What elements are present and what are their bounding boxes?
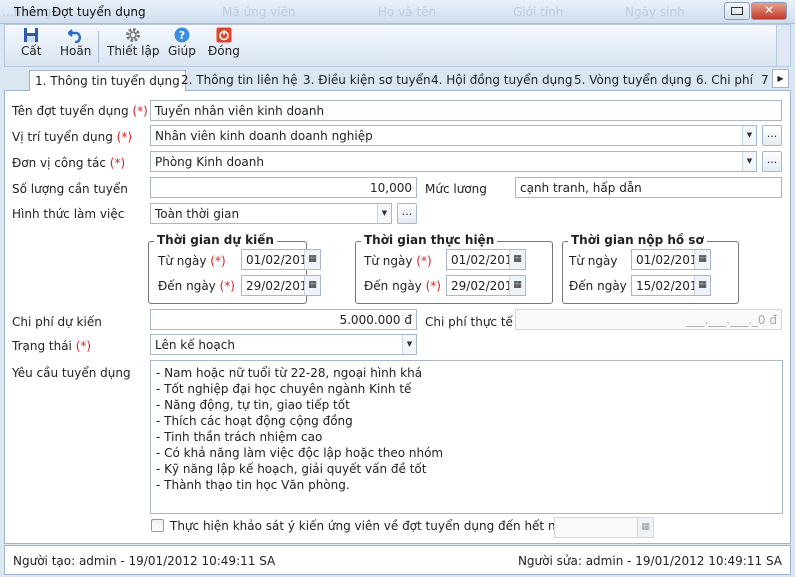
group-thoi-gian-nop-ho-so: Thời gian nộp hồ sơ Từ ngày 01/02/2012 ▦ … [562,233,739,304]
nop-ho-so-to-date[interactable]: 15/02/2012 ▦ [631,275,711,296]
bg-column: Giới tính [513,5,564,19]
group-title: Thời gian thực hiện [361,233,498,247]
tab-chi-phi[interactable]: 6. Chi phí [691,70,758,91]
toolbar: Cất Hoãn Thiết lập ? Giúp Đóng [4,24,791,67]
dropdown-arrow-icon: ▼ [377,204,391,223]
group-thoi-gian-thuc-hien: Thời gian thực hiện Từ ngày (*) 01/02/20… [355,233,553,304]
bg-column: Họ và tên [378,5,437,19]
ten-dot-input[interactable]: Tuyển nhân viên kinh doanh [150,100,782,121]
status-bar: Người tạo: admin - 19/01/2012 10:49:11 S… [4,545,791,575]
bg-column: Ngày sinh [625,5,685,19]
to-label: Đến ngày (*) [158,279,235,293]
hinh-thuc-select[interactable]: Toàn thời gian ▼ [150,203,392,224]
khao-sat-date[interactable]: ▦ [554,517,654,538]
dropdown-arrow-icon: ▼ [742,152,756,171]
khao-sat-label: Thực hiện khảo sát ý kiến ứng viên về đợ… [170,519,578,533]
from-label: Từ ngày [569,254,618,268]
tab-bar: 1. Thông tin tuyển dụng 2. Thông tin liê… [4,67,791,92]
close-icon: ✕ [763,3,775,17]
tab-dieu-kien-so-tuyen[interactable]: 3. Điều kiện sơ tuyển [298,70,436,91]
settings-button[interactable]: Thiết lập [107,27,159,58]
tab-thong-tin-lien-he[interactable]: 2. Thông tin liên hệ [176,70,303,91]
khao-sat-checkbox[interactable] [151,519,164,532]
settings-label: Thiết lập [107,44,160,58]
trang-thai-label: Trạng thái (*) [12,339,92,353]
toolbar-scrollbar[interactable] [776,25,790,66]
calendar-icon: ▦ [694,276,710,295]
trang-thai-select[interactable]: Lên kế hoạch ▼ [150,334,417,355]
hinh-thuc-more-button[interactable]: ... [397,203,417,224]
restore-button[interactable] [724,2,750,20]
calendar-icon: ▦ [509,250,525,269]
calendar-icon: ▦ [694,250,710,269]
calendar-icon: ▦ [304,276,320,295]
yeu-cau-textarea[interactable]: - Nam hoặc nữ tuổi từ 22-28, ngoại hình … [150,360,783,514]
undo-icon [67,29,81,43]
don-vi-more-button[interactable]: ... [762,151,782,172]
du-kien-from-date[interactable]: 01/02/2012 ▦ [241,249,321,270]
group-thoi-gian-du-kien: Thời gian dự kiến Từ ngày (*) 01/02/2012… [148,233,321,304]
chi-phi-thuc-te-input[interactable]: ___.___.___._0 đ [515,309,782,330]
vi-tri-label: Vị trí tuyển dụng (*) [12,130,133,144]
restore-icon [731,7,743,15]
title-bar: ...ham gia Mã ứng viên Họ và tên Giới tí… [0,0,795,24]
group-title: Thời gian dự kiến [154,233,277,247]
vi-tri-select[interactable]: Nhân viên kinh doanh doanh nghiệp ▼ [150,125,757,146]
chi-phi-thuc-te-label: Chi phí thực tế [425,315,513,329]
gear-icon [126,28,141,42]
to-label: Đến ngày [569,279,627,293]
group-title: Thời gian nộp hồ sơ [568,233,707,247]
hinh-thuc-label: Hình thức làm việc [12,207,125,221]
vi-tri-more-button[interactable]: ... [762,125,782,146]
ten-dot-label: Tên đợt tuyển dụng (*) [12,104,148,118]
from-label: Từ ngày (*) [364,254,432,268]
close-form-button[interactable]: Đóng [208,27,240,58]
nop-ho-so-from-date[interactable]: 01/02/2012 ▦ [631,249,711,270]
help-icon: ? [174,27,190,43]
save-button[interactable]: Cất [21,27,41,58]
tab-7[interactable]: 7 [756,70,774,91]
from-label: Từ ngày (*) [158,254,226,268]
created-by: Người tạo: admin - 19/01/2012 10:49:11 S… [13,554,276,568]
undo-button[interactable]: Hoãn [60,27,91,58]
tab-scroll-right-button[interactable]: ▶ [772,69,789,88]
dropdown-arrow-icon: ▼ [402,335,416,354]
to-label: Đến ngày (*) [364,279,441,293]
power-icon [216,27,232,43]
du-kien-to-date[interactable]: 29/02/2012 ▦ [241,275,321,296]
help-label: Giúp [168,44,196,58]
close-button[interactable]: ✕ [751,2,787,20]
calendar-icon: ▦ [509,276,525,295]
muc-luong-label: Mức lương [425,182,487,196]
window-title: Thêm Đợt tuyển dụng [14,5,146,19]
so-luong-label: Số lượng cần tuyển [12,182,128,196]
tab-thong-tin-tuyen-dung[interactable]: 1. Thông tin tuyển dụng [29,70,186,92]
tab-vong-tuyen-dung[interactable]: 5. Vòng tuyển dụng [569,70,697,91]
save-icon [24,28,39,42]
so-luong-input[interactable]: 10,000 [150,177,417,198]
chi-phi-du-kien-label: Chi phí dự kiến [12,315,102,329]
save-label: Cất [21,44,42,58]
chi-phi-du-kien-input[interactable]: 5.000.000 đ [150,309,417,330]
calendar-icon: ▦ [637,518,653,537]
thuc-hien-to-date[interactable]: 29/02/2012 ▦ [446,275,526,296]
svg-text:?: ? [179,29,185,42]
modified-by: Người sửa: admin - 19/01/2012 10:49:11 S… [517,554,782,568]
arrow-right-icon: ▶ [777,74,784,83]
thuc-hien-from-date[interactable]: 01/02/2012 ▦ [446,249,526,270]
toolbar-separator [98,31,99,63]
dropdown-arrow-icon: ▼ [742,126,756,145]
calendar-icon: ▦ [304,250,320,269]
close-form-label: Đóng [208,44,240,58]
bg-column: Mã ứng viên [222,5,296,19]
help-button[interactable]: ? Giúp [168,27,196,58]
tab-hoi-dong-tuyen-dung[interactable]: 4. Hội đồng tuyển dụng [426,70,577,91]
muc-luong-input[interactable]: cạnh tranh, hấp dẫn [515,177,782,198]
yeu-cau-label: Yêu cầu tuyển dụng [12,366,131,380]
undo-label: Hoãn [60,44,92,58]
don-vi-label: Đơn vị công tác (*) [12,156,126,170]
don-vi-select[interactable]: Phòng Kinh doanh ▼ [150,151,757,172]
